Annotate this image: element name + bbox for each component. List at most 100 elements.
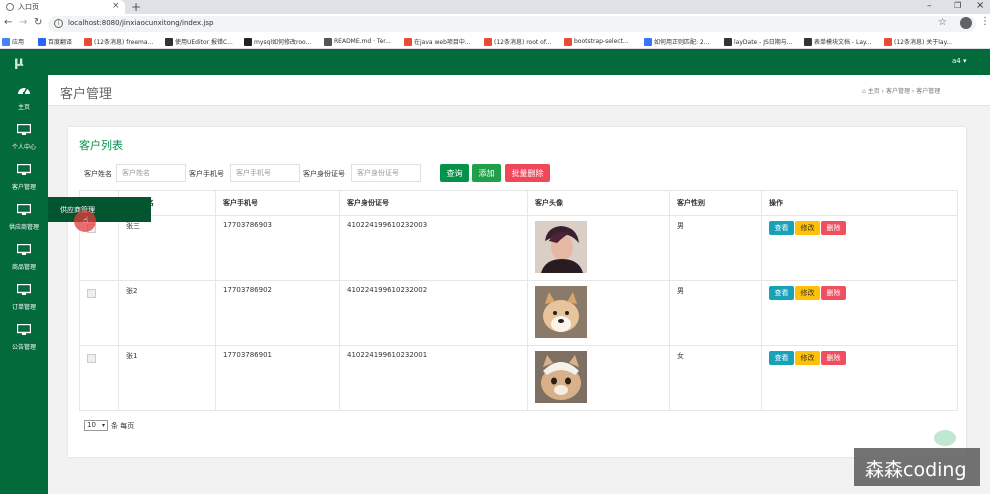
bookmark-item[interactable]: 如何用正则匹配: 2...: [644, 36, 709, 47]
watermark-text: 森森coding: [865, 459, 967, 481]
customer-table: 客户姓名 客户手机号 客户身份证号 客户头像 客户性别 操作 张三 177037…: [79, 190, 958, 411]
monitor-icon: [17, 164, 31, 175]
close-icon[interactable]: ×: [112, 1, 120, 11]
customer-id-card: 410224199610232002: [339, 280, 528, 346]
page-title: 客户管理: [60, 87, 113, 102]
bookmark-label: mysql如何修改roo...: [254, 39, 312, 46]
breadcrumb-item[interactable]: 客户管理: [886, 88, 910, 95]
bookmark-favicon-icon: [404, 37, 412, 46]
bookmark-favicon-icon: [324, 37, 332, 46]
edit-button[interactable]: 修改: [795, 221, 820, 235]
row-checkbox[interactable]: [87, 354, 96, 363]
user-menu[interactable]: a4 ▾: [952, 57, 966, 65]
tab-favicon: [6, 3, 14, 11]
page-size-select[interactable]: 10 ▾: [84, 420, 108, 431]
customer-avatar-cat: [535, 351, 587, 403]
bookmark-item[interactable]: bootstrap-select...: [564, 36, 629, 47]
view-button[interactable]: 查看: [769, 221, 794, 235]
row-actions: 查看 修改 删除: [761, 280, 958, 346]
customer-avatar-cell: [527, 280, 670, 346]
query-button[interactable]: 查询: [440, 164, 469, 182]
sidebar-item-label: 客户管理: [11, 184, 36, 191]
bookmark-label: (12条消息) root of...: [494, 39, 552, 46]
customer-name: 张1: [118, 345, 216, 411]
batch-delete-button[interactable]: 批量删除: [505, 164, 550, 182]
cursor-pointer-icon: ☝: [83, 216, 89, 226]
sidebar-item-product[interactable]: 商品管理: [0, 240, 48, 280]
sidebar-item-notice[interactable]: 公告管理: [0, 320, 48, 360]
column-header: 客户手机号: [215, 190, 340, 216]
delete-button[interactable]: 删除: [821, 351, 846, 365]
bookmark-item[interactable]: 在java web项目中...: [404, 36, 471, 47]
new-tab-icon[interactable]: +: [131, 0, 141, 14]
sidebar-item-home[interactable]: 主页: [0, 80, 48, 120]
column-header: 操作: [761, 190, 958, 216]
customer-id-card: 410224199610232003: [339, 215, 528, 281]
id-card-input[interactable]: 客户身份证号: [351, 164, 421, 182]
bookmark-item[interactable]: 应用: [2, 36, 24, 47]
sidebar-item-customer[interactable]: 客户管理: [0, 160, 48, 200]
customer-avatar-dog: [535, 286, 587, 338]
chevron-down-icon: ▾: [101, 422, 105, 429]
table-row: 张2 17703786902 410224199610232002 男 查看 修…: [79, 280, 958, 346]
name-input[interactable]: 客户姓名: [116, 164, 186, 182]
row-checkbox[interactable]: [87, 289, 96, 298]
customer-gender: 女: [669, 345, 762, 411]
delete-button[interactable]: 删除: [821, 221, 846, 235]
view-button[interactable]: 查看: [769, 286, 794, 300]
edit-button[interactable]: 修改: [795, 351, 820, 365]
profile-icon[interactable]: [960, 17, 972, 29]
monitor-icon: [17, 284, 31, 295]
bookmark-item[interactable]: mysql如何修改roo...: [244, 36, 311, 47]
row-actions: 查看 修改 删除: [761, 345, 958, 411]
monitor-icon: [17, 244, 31, 255]
restore-icon[interactable]: ❐: [954, 1, 961, 10]
phone-input[interactable]: 客户手机号: [230, 164, 300, 182]
sidebar-item-label: 公告管理: [11, 344, 36, 351]
customer-phone: 17703786902: [215, 280, 340, 346]
bookmark-label: 如何用正则匹配: 2...: [654, 39, 710, 46]
sidebar-item-order[interactable]: 订单管理: [0, 280, 48, 320]
bookmark-label: (12条消息) freema...: [94, 39, 154, 46]
bookmark-item[interactable]: (12条消息) root of...: [484, 36, 551, 47]
breadcrumb-item[interactable]: 主页: [868, 88, 880, 95]
delete-button[interactable]: 删除: [821, 286, 846, 300]
reload-icon[interactable]: ↻: [34, 17, 42, 28]
customer-id-card: 410224199610232001: [339, 345, 528, 411]
app-logo[interactable]: μ: [14, 55, 24, 70]
forward-icon[interactable]: →: [19, 17, 27, 28]
window-close-icon[interactable]: ×: [976, 0, 984, 11]
sidebar-item-label: 供应商管理: [8, 224, 39, 231]
back-icon[interactable]: ←: [4, 17, 12, 28]
customer-avatar-person: [535, 221, 587, 273]
url-field[interactable]: i localhost:8080/jinxiaocunxitong/index.…: [48, 16, 976, 32]
bookmark-item[interactable]: (12条消息) 关于lay...: [884, 36, 952, 47]
bookmark-item[interactable]: layDate - JS日期与...: [724, 36, 793, 47]
bookmark-item[interactable]: 表单模块文档 - Lay...: [804, 36, 871, 47]
view-button[interactable]: 查看: [769, 351, 794, 365]
table-header-row: 客户姓名 客户手机号 客户身份证号 客户头像 客户性别 操作: [79, 190, 958, 216]
bookmark-item[interactable]: README.md · Ter...: [324, 36, 391, 47]
bookmark-item[interactable]: 使用UEditor 报错C...: [165, 36, 233, 47]
minimize-icon[interactable]: –: [927, 1, 932, 11]
menu-icon[interactable]: ⋮: [980, 16, 990, 27]
breadcrumb: ⌂ 主页 › 客户管理 › 客户管理: [862, 86, 940, 95]
add-button[interactable]: 添加: [472, 164, 501, 182]
monitor-icon: [17, 324, 31, 335]
browser-tab-bar: [0, 0, 990, 14]
page-header: [48, 75, 990, 106]
sidebar-item-personal-center[interactable]: 个人中心: [0, 120, 48, 160]
bookmark-favicon-icon: [38, 37, 46, 46]
bookmark-label: bootstrap-select...: [574, 38, 629, 45]
bookmark-label: (12条消息) 关于lay...: [894, 39, 952, 46]
bookmark-item[interactable]: 百度翻译: [38, 36, 72, 47]
browser-tab[interactable]: 入口页 ×: [0, 0, 125, 14]
bookmark-item[interactable]: (12条消息) freema...: [84, 36, 153, 47]
star-icon[interactable]: ☆: [938, 17, 947, 28]
sidebar-item-supplier[interactable]: 供应商管理: [0, 200, 48, 240]
edit-button[interactable]: 修改: [795, 286, 820, 300]
row-actions: 查看 修改 删除: [761, 215, 958, 281]
customer-gender: 男: [669, 280, 762, 346]
bookmark-favicon-icon: [644, 37, 652, 46]
info-icon[interactable]: i: [54, 19, 63, 28]
